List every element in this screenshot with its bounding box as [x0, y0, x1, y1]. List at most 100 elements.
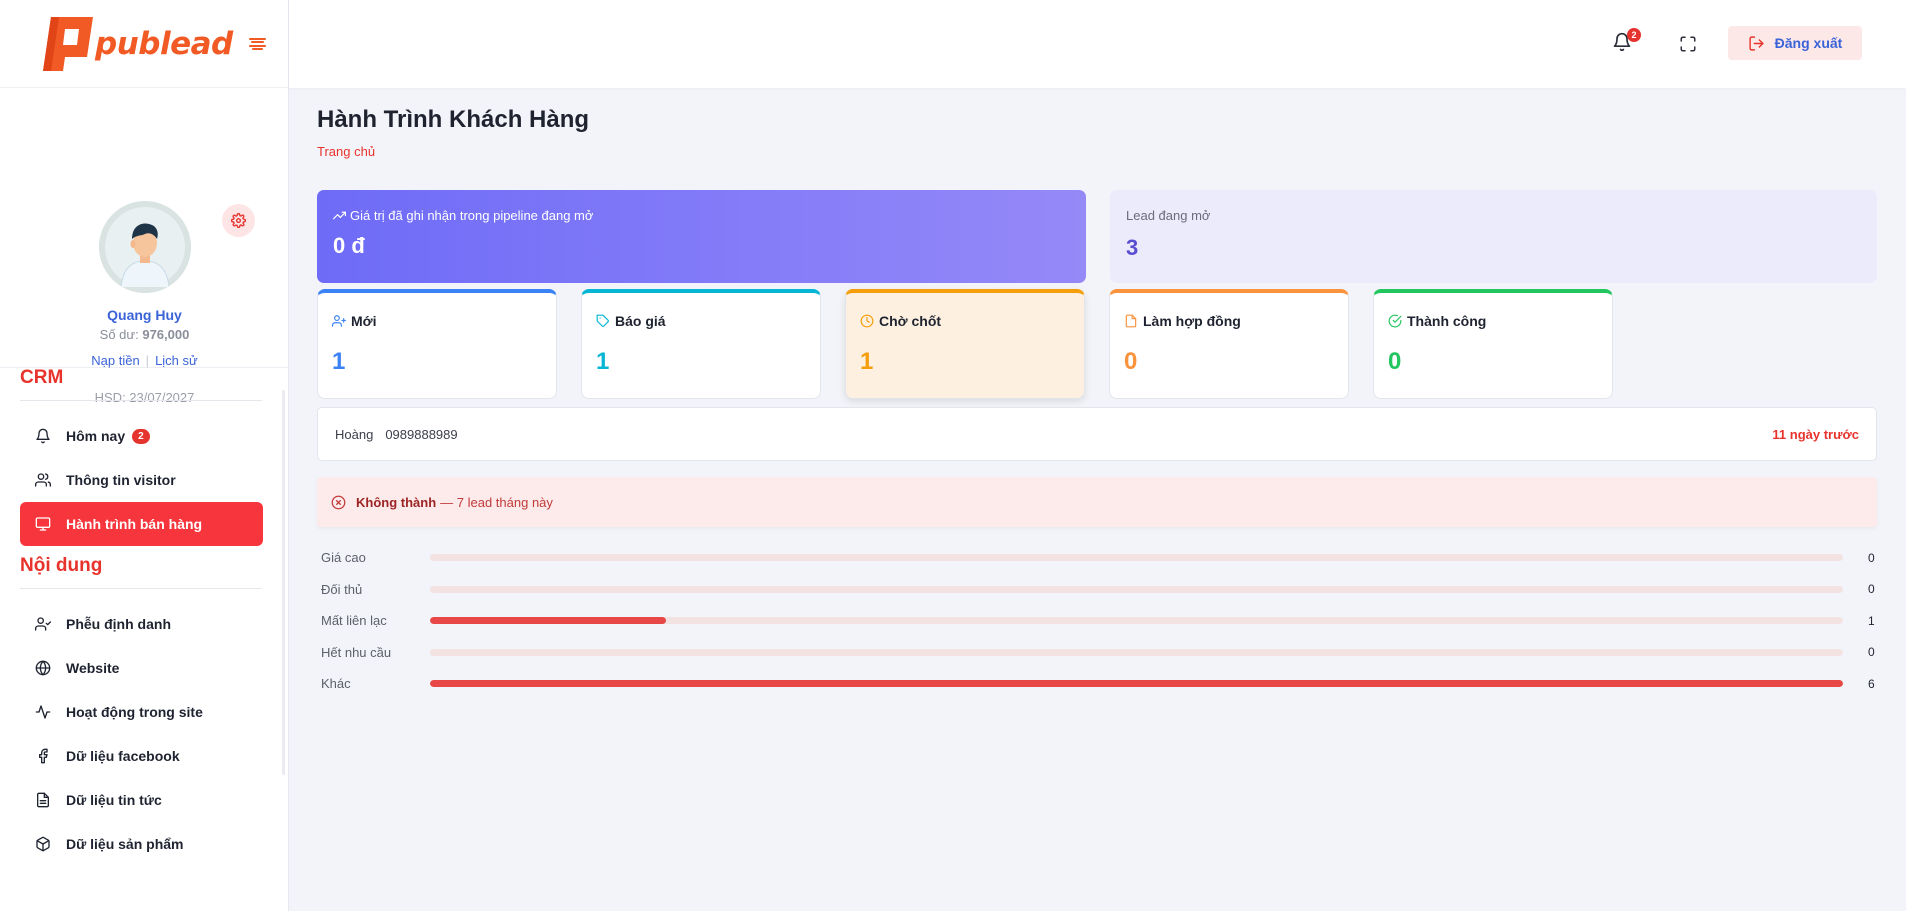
monitor-icon	[35, 517, 51, 531]
logo-mark-icon	[43, 16, 93, 71]
logout-label: Đăng xuất	[1774, 35, 1843, 51]
user-check-icon	[35, 617, 51, 631]
trending-up-icon	[333, 211, 346, 220]
stage-label: Chờ chốt	[879, 313, 942, 329]
avatar	[99, 201, 191, 293]
nav-section-content: Nội dung	[20, 555, 262, 589]
reason-row: Hết nhu cầu 0	[321, 637, 1877, 669]
reason-track	[430, 680, 1843, 688]
clock-icon	[860, 314, 874, 328]
sidebar-item-label: Hoạt động trong site	[66, 704, 203, 720]
open-leads-value: 3	[1126, 235, 1139, 260]
sidebar-scrollbar[interactable]	[282, 390, 285, 775]
pipeline-label: Giá trị đã ghi nhận trong pipeline đang …	[333, 208, 1070, 223]
stage-card-pending-close[interactable]: Chờ chốt 1	[845, 289, 1085, 399]
history-link[interactable]: Lịch sử	[155, 353, 198, 368]
stage-head: Mới	[332, 313, 542, 329]
pipeline-value: 0 đ	[333, 233, 365, 258]
reason-row: Đối thủ 0	[321, 574, 1877, 606]
reason-row: Giá cao 0	[321, 542, 1877, 574]
reason-label: Giá cao	[321, 550, 366, 566]
sidebar-item-news-data[interactable]: Dữ liệu tin tức	[20, 778, 263, 822]
logout-icon	[1749, 35, 1764, 51]
stage-card-quote[interactable]: Báo giá 1	[581, 289, 821, 399]
reason-fill	[430, 617, 666, 625]
pipeline-label-text: Giá trị đã ghi nhận trong pipeline đang …	[350, 208, 594, 223]
sidebar-item-label: Dữ liệu facebook	[66, 748, 180, 764]
user-name: Quang Huy	[107, 307, 182, 323]
stage-card-contract[interactable]: Làm hợp đồng 0	[1109, 289, 1349, 399]
stage-count: 1	[596, 348, 610, 375]
sidebar-item-label: Dữ liệu sản phẩm	[66, 836, 184, 852]
activity-icon	[35, 705, 51, 719]
facebook-icon	[39, 748, 48, 764]
reason-label: Đối thủ	[321, 581, 363, 597]
logo-bar: publead	[0, 0, 288, 88]
sidebar-item-visitor[interactable]: Thông tin visitor	[20, 458, 263, 502]
file-icon	[1125, 314, 1137, 328]
reason-label: Mất liên lạc	[321, 613, 387, 629]
stage-card-new[interactable]: Mới 1	[317, 289, 557, 399]
sidebar-nav: CRM Hôm nay 2 Thông tin visitor Hành trì…	[0, 367, 289, 866]
reason-track	[430, 585, 1843, 593]
file-text-icon	[37, 792, 49, 808]
x-circle-icon	[331, 495, 346, 509]
globe-icon	[35, 660, 51, 676]
sidebar: publead Quang Huy Số dư: 976,000 Nạp tiề…	[0, 0, 289, 911]
sidebar-item-facebook-data[interactable]: Dữ liệu facebook	[20, 734, 263, 778]
stage-head: Chờ chốt	[860, 313, 1070, 329]
stage-count: 1	[332, 348, 346, 375]
sidebar-item-label: Hôm nay	[66, 428, 126, 444]
stage-label: Mới	[351, 313, 377, 329]
logout-button[interactable]: Đăng xuất	[1728, 26, 1862, 60]
reason-label: Khác	[321, 676, 351, 692]
sidebar-item-product-data[interactable]: Dữ liệu sản phẩm	[20, 822, 263, 866]
sidebar-item-site-activity[interactable]: Hoạt động trong site	[20, 690, 263, 734]
profile-panel: Quang Huy Số dư: 976,000 Nạp tiền | Lịch s…	[0, 88, 289, 405]
sidebar-item-label: Hành trình bán hàng	[66, 516, 203, 532]
user-plus-icon	[332, 315, 346, 327]
open-leads-label: Lead đang mở	[1126, 208, 1211, 223]
tag-icon	[596, 314, 609, 327]
lost-leads-banner: Không thành — 7 lead tháng này	[317, 477, 1877, 527]
reason-count: 0	[1868, 645, 1875, 660]
stage-count: 0	[1124, 348, 1138, 375]
sidebar-item-today[interactable]: Hôm nay 2	[20, 414, 263, 458]
link-divider: |	[145, 353, 150, 368]
menu-toggle-icon[interactable]	[248, 37, 267, 51]
sidebar-item-label: Phễu định danh	[66, 616, 171, 632]
users-icon	[35, 473, 51, 487]
reason-count: 1	[1868, 613, 1875, 628]
reason-track	[430, 554, 1843, 562]
bell-icon	[36, 428, 50, 444]
balance: Số dư: 976,000	[0, 327, 289, 342]
open-leads-card: Lead đang mở 3	[1110, 190, 1877, 283]
sidebar-item-website[interactable]: Website	[20, 646, 263, 690]
stage-count: 1	[860, 348, 874, 375]
settings-button[interactable]	[222, 204, 255, 237]
reason-row: Mất liên lạc 1	[321, 605, 1877, 637]
stage-card-success[interactable]: Thành công 0	[1373, 289, 1613, 399]
nav-section-crm: CRM	[20, 367, 262, 401]
lead-phone: 0989888989	[385, 426, 458, 442]
breadcrumb[interactable]: Trang chủ	[317, 144, 375, 159]
sidebar-item-sales-journey[interactable]: Hành trình bán hàng	[20, 502, 263, 546]
gear-icon	[231, 213, 246, 228]
notification-badge: 2	[1627, 28, 1641, 42]
logo-text: publead	[95, 25, 233, 62]
topup-link[interactable]: Nạp tiền	[91, 353, 139, 368]
lead-name: Hoàng	[335, 426, 374, 442]
lead-row[interactable]: Hoàng 0989888989 11 ngày trước	[317, 407, 1877, 461]
stage-head: Thành công	[1388, 313, 1598, 329]
lost-title: Không thành	[356, 494, 437, 510]
reason-count: 6	[1868, 676, 1875, 691]
reason-track	[430, 617, 1843, 625]
brand-logo[interactable]: publead	[43, 16, 233, 71]
account-links: Nạp tiền | Lịch sử	[0, 353, 289, 368]
topbar: 2 Đăng xuất	[289, 0, 1906, 88]
fullscreen-icon[interactable]	[1679, 35, 1697, 53]
sidebar-item-funnel[interactable]: Phễu định danh	[20, 602, 263, 646]
balance-value: 976,000	[142, 327, 190, 342]
stage-head: Làm hợp đồng	[1124, 313, 1334, 329]
reason-fill	[430, 680, 1843, 688]
